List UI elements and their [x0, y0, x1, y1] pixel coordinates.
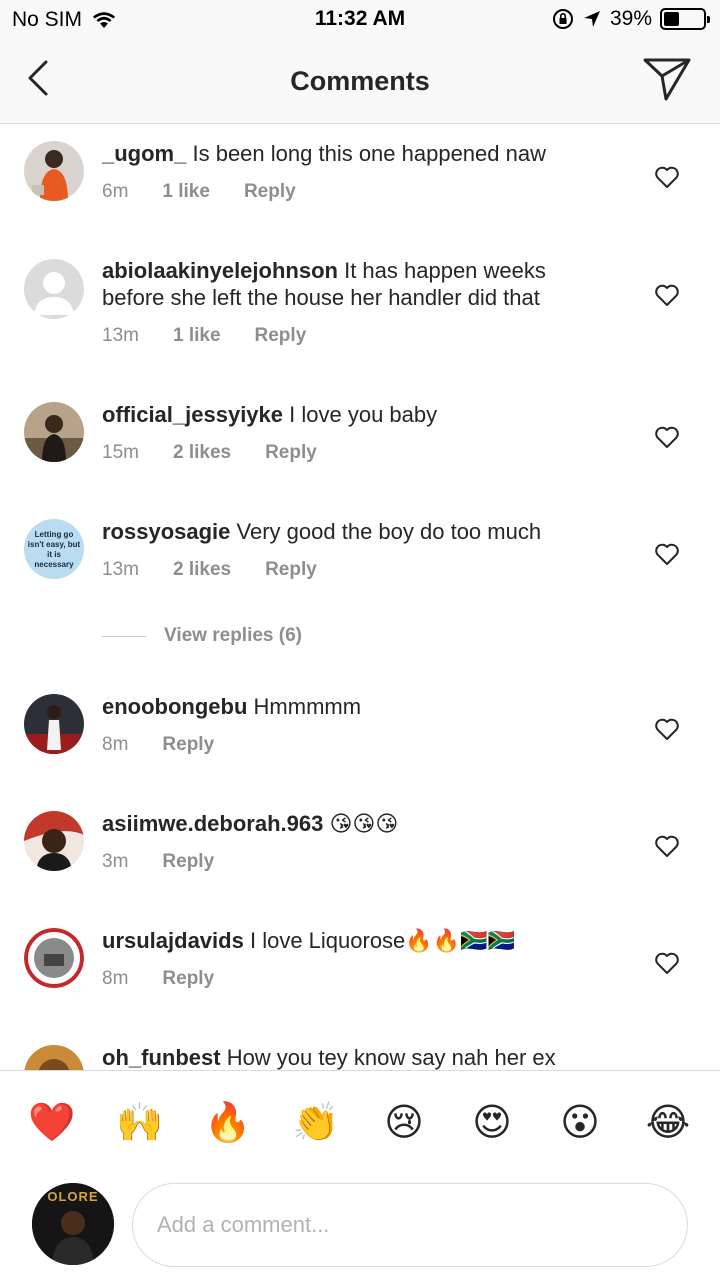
heart-icon[interactable] [654, 165, 680, 189]
comment-username[interactable]: abiolaakinyelejohnson [102, 258, 338, 283]
reply-button[interactable]: Reply [162, 968, 214, 990]
avatar[interactable]: Letting go isn't easy, but it is necessa… [24, 519, 84, 579]
avatar-caption: OLORE [47, 1189, 99, 1204]
comment-time: 13m [102, 559, 139, 580]
comment-username[interactable]: rossyosagie [102, 519, 230, 544]
comment-username[interactable]: enoobongebu [102, 694, 247, 719]
comment-body: oh_funbest How you tey know say nah her … [102, 1044, 612, 1070]
avatar[interactable] [24, 402, 84, 462]
comment-meta: 6m 1 like Reply [102, 181, 296, 203]
heart-icon[interactable] [654, 542, 680, 566]
reply-button[interactable]: Reply [255, 325, 307, 347]
heart-icon[interactable] [654, 717, 680, 741]
comment-meta: 13m 2 likes Reply [102, 559, 317, 581]
battery-percent: 39% [609, 7, 652, 30]
battery-icon [660, 8, 710, 30]
comment-meta: 15m 2 likes Reply [102, 442, 317, 464]
emoji-heart-eyes-button[interactable]: 😍 [468, 1099, 516, 1147]
heart-icon[interactable] [654, 425, 680, 449]
page-title: Comments [290, 66, 430, 96]
comment-time: 13m [102, 325, 139, 346]
comment-body: rossyosagie Very good the boy do too muc… [102, 518, 612, 545]
divider [102, 635, 146, 637]
avatar[interactable] [24, 259, 84, 319]
comment-text: Is been long this one happened naw [192, 141, 546, 166]
orientation-lock-icon [552, 9, 573, 29]
comment-likes[interactable]: 2 likes [173, 442, 231, 464]
comment-meta: 8m Reply [102, 968, 214, 990]
comment-username[interactable]: asiimwe.deborah.963 [102, 811, 323, 836]
comment-text: How you tey know say nah her ex [226, 1045, 556, 1070]
emoji-heart-button[interactable]: ❤️ [28, 1099, 76, 1147]
comment-time: 3m [102, 851, 129, 872]
comment-body: ursulajdavids I love Liquorose🔥🔥🇿🇦🇿🇦 [102, 927, 612, 954]
comment-text: Hmmmmm [253, 694, 362, 719]
heart-icon[interactable] [654, 283, 680, 307]
status-bar: No SIM 11:32 AM 39% [0, 0, 720, 40]
share-button[interactable] [642, 56, 692, 102]
reply-button[interactable]: Reply [265, 559, 317, 581]
heart-icon[interactable] [654, 951, 680, 975]
emoji-bar: ❤️ 🙌 🔥 👏 😢 😍 😮 😂 [0, 1099, 720, 1149]
avatar[interactable] [24, 1045, 84, 1070]
comment-username[interactable]: _ugom_ [102, 141, 186, 166]
comment-body: asiimwe.deborah.963 😘😘😘 [102, 810, 612, 837]
avatar[interactable] [24, 928, 84, 988]
avatar[interactable] [24, 141, 84, 201]
comment-likes[interactable]: 1 like [173, 325, 221, 347]
reply-button[interactable]: Reply [162, 734, 214, 756]
comment-username[interactable]: ursulajdavids [102, 928, 244, 953]
reply-button[interactable]: Reply [162, 851, 214, 873]
comment-time: 15m [102, 442, 139, 463]
emoji-raised-hands-button[interactable]: 🙌 [116, 1099, 164, 1147]
emoji-laughing-button[interactable]: 😂 [644, 1099, 692, 1147]
comment-time: 8m [102, 968, 129, 989]
reply-button[interactable]: Reply [265, 442, 317, 464]
avatar[interactable] [24, 694, 84, 754]
reply-button[interactable]: Reply [244, 181, 296, 203]
comment-body: _ugom_ Is been long this one happened na… [102, 140, 612, 167]
comment-list: _ugom_ Is been long this one happened na… [0, 125, 720, 1070]
comment-composer: ❤️ 🙌 🔥 👏 😢 😍 😮 😂 OLORE [0, 1070, 720, 1280]
my-avatar: OLORE [32, 1183, 114, 1265]
emoji-fire-button[interactable]: 🔥 [204, 1099, 252, 1147]
comment-body: enoobongebu Hmmmmm [102, 693, 612, 720]
comment-text: I love you baby [289, 402, 438, 427]
emoji-crying-button[interactable]: 😢 [380, 1099, 428, 1147]
nav-bar: Comments [0, 40, 720, 124]
comment-meta: 13m 1 like Reply [102, 325, 306, 347]
heart-icon[interactable] [654, 834, 680, 858]
view-replies-label: View replies (6) [164, 625, 302, 646]
comment-body: official_jessyiyke I love you baby [102, 401, 612, 428]
comment-likes[interactable]: 2 likes [173, 559, 231, 581]
comment-username[interactable]: oh_funbest [102, 1045, 221, 1070]
status-right: 39% [552, 7, 710, 31]
avatar-caption: Letting go isn't easy, but it is necessa… [27, 530, 81, 569]
avatar[interactable] [24, 811, 84, 871]
comment-meta: 3m Reply [102, 851, 214, 873]
emoji-clap-button[interactable]: 👏 [292, 1099, 340, 1147]
comment-text: Very good the boy do too much [236, 519, 542, 544]
view-replies-button[interactable]: View replies (6) [102, 625, 302, 647]
comment-username[interactable]: official_jessyiyke [102, 402, 283, 427]
paper-plane-icon [643, 58, 691, 101]
comment-time: 6m [102, 181, 129, 202]
emoji-surprised-button[interactable]: 😮 [556, 1099, 604, 1147]
comment-meta: 8m Reply [102, 734, 214, 756]
comment-time: 8m [102, 734, 129, 755]
comment-likes[interactable]: 1 like [162, 181, 210, 203]
comment-input[interactable] [132, 1183, 688, 1267]
comment-text: 😘😘😘 [329, 811, 399, 836]
comment-text: I love Liquorose🔥🔥🇿🇦🇿🇦 [249, 928, 515, 953]
location-arrow-icon [583, 11, 600, 27]
comment-body: abiolaakinyelejohnson It has happen week… [102, 257, 612, 311]
